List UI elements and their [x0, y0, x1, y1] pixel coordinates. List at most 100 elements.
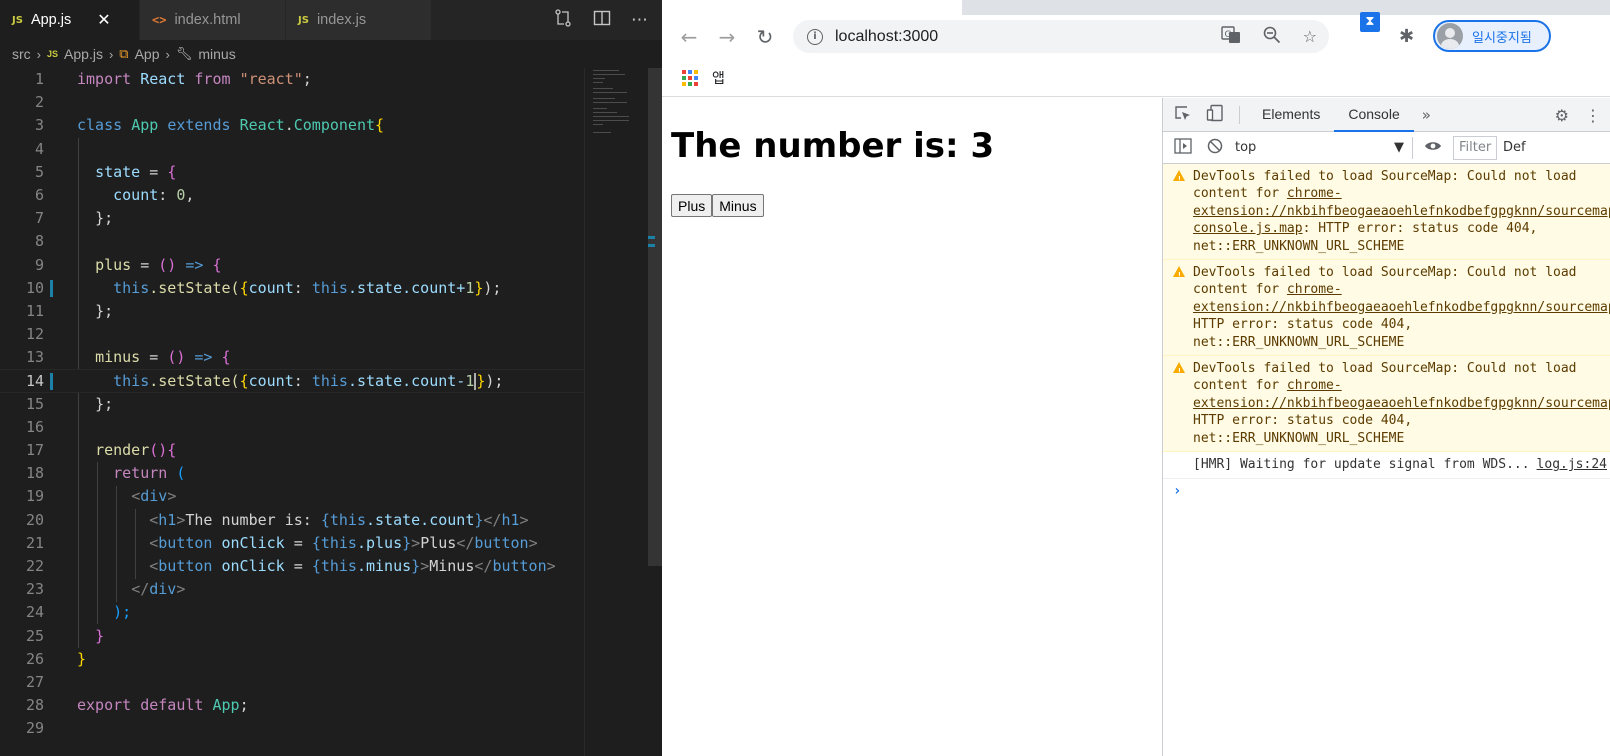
code-line: 17 render(){ [0, 439, 584, 462]
chevron-right-icon: › [165, 46, 170, 62]
source-link[interactable]: log.js:24 [1537, 456, 1607, 473]
code-token: 1 [465, 372, 475, 391]
code-line: 20 <h1>The number is: {this.state.count}… [0, 509, 584, 532]
close-icon[interactable]: ✕ [97, 10, 110, 30]
more-actions-icon[interactable]: ⋯ [631, 10, 648, 30]
line-number: 1 [34, 70, 44, 88]
site-info-icon[interactable]: i [807, 28, 823, 45]
dropdown-arrow-icon: ▼ [1394, 140, 1404, 155]
code-line: 8 [0, 230, 584, 253]
sidebar-toggle-icon[interactable] [1167, 137, 1199, 158]
tab-index-js[interactable]: JS index.js [286, 0, 432, 40]
profile-button[interactable]: 일시중지됨 [1433, 20, 1551, 52]
clear-console-icon[interactable] [1199, 138, 1231, 158]
code-token: , [185, 185, 195, 204]
code-token: > [176, 580, 186, 599]
editor-tab-bar: JS App.js ✕ <> index.html JS index.js ⋯ [0, 0, 662, 40]
line-number: 23 [25, 580, 44, 599]
tab-index-html[interactable]: <> index.html [140, 0, 286, 40]
compare-changes-icon[interactable] [553, 8, 573, 33]
code-area[interactable]: 1 import React from "react"; 2 3 class App… [0, 68, 584, 756]
console-warning: DevTools failed to load SourceMap: Could… [1163, 260, 1610, 357]
console-filter-input[interactable]: Filter [1453, 135, 1497, 160]
console-warning: DevTools failed to load SourceMap: Could… [1163, 164, 1610, 261]
console-toolbar: top ▼ Filter Def [1163, 132, 1610, 164]
line-number: 4 [34, 139, 44, 158]
code-token: render [95, 441, 150, 459]
live-expression-eye-icon[interactable] [1413, 140, 1453, 156]
context-selector[interactable]: top ▼ [1231, 136, 1413, 159]
code-line: 6 count: 0, [0, 184, 584, 207]
code-line: 4 [0, 138, 584, 161]
html-file-icon: <> [152, 13, 167, 27]
tab-app-js[interactable]: JS App.js ✕ [0, 0, 140, 40]
code-token: { [320, 510, 330, 529]
extensions-puzzle-icon[interactable]: ✱ [1399, 20, 1414, 53]
code-token: : [158, 185, 177, 204]
code-token: .plus [356, 533, 403, 552]
code-token: ( [167, 464, 186, 483]
bookmark-apps[interactable]: 앱 [712, 68, 725, 88]
code-line: 23 </div> [0, 578, 584, 601]
code-token: : [293, 278, 312, 297]
warning-icon [1173, 266, 1185, 284]
breadcrumb-method[interactable]: minus [198, 46, 235, 62]
code-token: > [546, 556, 556, 575]
code-line: 9 plus = () => { [0, 254, 584, 277]
tab-console[interactable]: Console [1334, 98, 1414, 132]
tab-elements[interactable]: Elements [1248, 98, 1334, 132]
code-token: ; [302, 70, 312, 88]
js-file-icon: JS [298, 14, 309, 26]
device-toolbar-icon[interactable] [1199, 104, 1231, 126]
code-line: 22 <button onClick = {this.minus}>Minus<… [0, 555, 584, 578]
zoom-icon[interactable] [1263, 26, 1281, 48]
code-token: = [140, 162, 168, 181]
inspect-element-icon[interactable] [1167, 104, 1199, 126]
browser-tab-active[interactable] [662, 0, 962, 15]
code-token: > [420, 556, 430, 575]
breadcrumb-file[interactable]: App.js [64, 46, 103, 62]
minimap-line [593, 108, 607, 109]
code-line: 10 this.setState({count: this.state.coun… [0, 277, 584, 300]
kebab-menu-icon[interactable]: ⋮ [1585, 106, 1601, 125]
line-number: 3 [34, 116, 44, 135]
extension-hourglass[interactable]: ⧗ [1359, 5, 1381, 38]
back-arrow-icon[interactable]: ← [670, 25, 708, 49]
gear-icon[interactable]: ⚙ [1555, 106, 1569, 125]
console-log: [HMR] Waiting for update signal from WDS… [1163, 452, 1610, 479]
breadcrumb-class[interactable]: App [135, 46, 160, 62]
code-line-current: 14 this.setState({count: this.state.coun… [0, 369, 584, 393]
scrollbar-change-marker [648, 244, 655, 247]
editor-scrollbar[interactable] [648, 68, 662, 756]
address-bar[interactable]: i localhost:3000 G ☆ [793, 20, 1329, 53]
reload-icon[interactable]: ↻ [746, 25, 784, 49]
code-token: .setState( [149, 372, 240, 391]
code-token: button [474, 533, 529, 552]
code-token: class [77, 116, 123, 135]
code-token: > [528, 533, 538, 552]
split-editor-icon[interactable] [593, 9, 611, 32]
code-token: .state.count- [347, 372, 466, 391]
code-line: 3 class App extends React.Component{ [0, 114, 584, 137]
line-number: 18 [25, 464, 44, 483]
translate-icon[interactable]: G [1220, 25, 1241, 48]
bookmark-star-icon[interactable]: ☆ [1303, 27, 1317, 46]
scrollbar-thumb[interactable] [648, 68, 662, 566]
code-token: div [149, 580, 177, 599]
code-line: 13 minus = () => { [0, 346, 584, 369]
plus-button[interactable]: Plus [671, 194, 713, 217]
code-token: { [311, 556, 321, 575]
console-prompt[interactable]: › [1163, 479, 1610, 503]
code-token: extends [167, 116, 231, 135]
minimap[interactable] [584, 68, 648, 756]
line-number: 15 [25, 394, 44, 413]
line-number: 20 [25, 510, 44, 529]
minus-button[interactable]: Minus [712, 194, 764, 217]
minimap-line [593, 124, 603, 125]
breadcrumb-folder[interactable]: src [12, 46, 31, 62]
forward-arrow-icon[interactable]: → [708, 25, 746, 49]
message-text: DevTools failed to load SourceMap: Could… [1193, 361, 1577, 394]
more-tabs-icon[interactable]: » [1414, 106, 1439, 124]
line-number: 17 [25, 441, 44, 459]
log-levels-dropdown[interactable]: Def [1503, 140, 1526, 155]
